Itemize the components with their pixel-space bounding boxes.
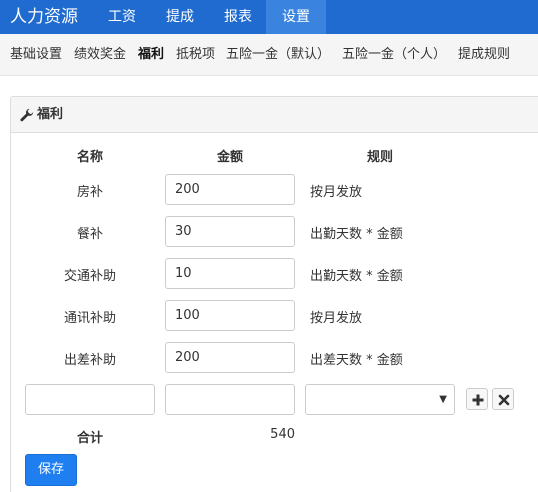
benefit-rule-meal: 出勤天数 * 金额 [310,227,403,242]
panel-title: 福利 [37,107,64,122]
benefit-name-housing: 房补 [76,185,103,200]
benefit-amount-communication-input[interactable] [165,300,295,331]
nav-tab-reports[interactable]: 报表 [210,0,266,34]
save-button[interactable]: 保存 [25,454,77,486]
total-value: 540 [270,427,295,442]
benefit-rule-housing: 按月发放 [310,185,363,200]
subnav-item-insurance-personal[interactable]: 五险一金（个人） [342,34,446,76]
benefit-name-meal: 餐补 [76,227,103,242]
benefit-amount-travel-input[interactable] [165,342,295,373]
benefit-name-transport: 交通补助 [63,269,116,284]
new-benefit-rule-select[interactable]: ▼ [305,384,455,415]
benefit-amount-transport-input[interactable] [165,258,295,289]
column-header-rule: 规则 [366,150,393,165]
remove-row-button[interactable] [492,388,514,410]
settings-subnav: 基础设置 绩效奖金 福利 抵税项 五险一金（默认） 五险一金（个人） 提成规则 [0,34,538,76]
benefit-amount-meal-input[interactable] [165,216,295,247]
total-label: 合计 [76,431,103,446]
subnav-item-benefits[interactable]: 福利 [138,34,164,76]
subnav-item-commission-rules[interactable]: 提成规则 [458,34,510,76]
subnav-item-insurance-default[interactable]: 五险一金（默认） [226,34,330,76]
top-navbar: 人力资源 工资 提成 报表 设置 [0,0,538,34]
caret-down-icon: ▼ [439,394,447,405]
benefit-rule-transport: 出勤天数 * 金额 [310,269,403,284]
benefit-rule-communication: 按月发放 [310,311,363,326]
close-icon [498,394,510,406]
benefit-amount-housing-input[interactable] [165,174,295,205]
benefit-name-travel: 出差补助 [63,353,116,368]
subnav-item-tax-deductions[interactable]: 抵税项 [176,34,215,76]
nav-tab-settings[interactable]: 设置 [266,0,326,34]
plus-icon [472,394,484,406]
add-row-button[interactable] [466,388,488,410]
new-benefit-amount-input[interactable] [165,384,295,415]
column-header-name: 名称 [76,150,103,165]
new-benefit-name-input[interactable] [25,384,155,415]
app-brand[interactable]: 人力资源 [10,0,78,34]
benefit-name-communication: 通讯补助 [63,311,116,326]
panel-heading: 福利 [11,97,538,133]
nav-tab-salary[interactable]: 工资 [94,0,150,34]
nav-tab-commission[interactable]: 提成 [152,0,208,34]
subnav-item-performance-bonus[interactable]: 绩效奖金 [74,34,126,76]
subnav-item-basic-settings[interactable]: 基础设置 [10,34,62,76]
column-header-amount: 金额 [216,150,243,165]
benefit-rule-travel: 出差天数 * 金额 [310,353,403,368]
wrench-icon [20,108,34,122]
